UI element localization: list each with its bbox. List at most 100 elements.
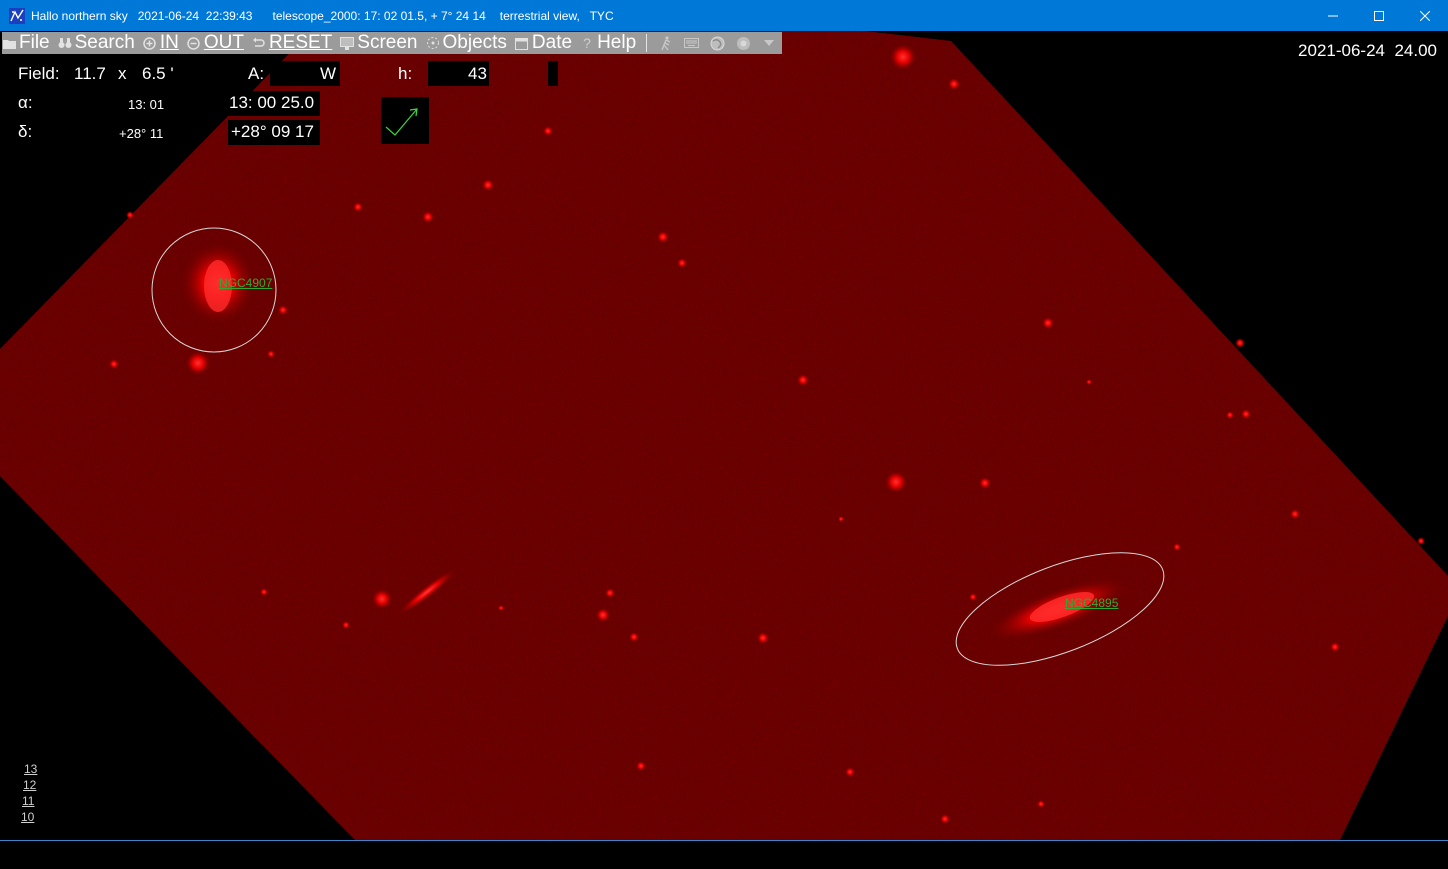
delta-value: +28° 09 17 <box>231 122 314 141</box>
alpha-small: 13: 01 <box>128 97 165 112</box>
menu-file-label: File <box>19 32 50 53</box>
menu-date-label: Date <box>531 32 573 53</box>
close-button[interactable] <box>1402 0 1448 31</box>
delta-small: +28° 11 <box>119 126 164 141</box>
star <box>342 621 350 629</box>
orientation-box <box>381 97 429 144</box>
close-icon <box>1420 10 1430 21</box>
menu-bar: File Search IN OUT RESET Screen Objects … <box>2 32 782 54</box>
globe-icon[interactable] <box>710 35 726 51</box>
telescope-position: telescope_2000: 17: 02 01.5, + 7° 24 14 <box>272 8 486 23</box>
menu-help-label: Help <box>597 32 637 53</box>
reset-icon <box>252 36 266 50</box>
star <box>126 211 134 219</box>
scale-mark: 13 <box>24 762 38 776</box>
star <box>636 761 646 771</box>
scale-mark: 11 <box>22 794 35 808</box>
alpha-label: α: <box>18 93 33 112</box>
keyboard-icon[interactable] <box>684 35 700 51</box>
azimuth-value-box[interactable]: W <box>270 61 340 86</box>
circle-icon[interactable] <box>735 35 751 51</box>
star <box>596 608 610 622</box>
object-label-ngc4907[interactable]: NGC4907 <box>219 276 272 290</box>
window-controls <box>1310 0 1448 31</box>
star <box>186 351 210 375</box>
star <box>605 588 615 598</box>
star <box>948 78 960 90</box>
scale-mark: 10 <box>21 810 35 824</box>
status-bar[interactable] <box>0 840 1448 869</box>
star <box>1173 543 1181 551</box>
alpha-value: 13: 00 25.0 <box>229 93 315 112</box>
azimuth-value: W <box>320 64 337 83</box>
field-label: Field: <box>18 64 60 83</box>
star <box>109 359 119 369</box>
maximize-button[interactable] <box>1356 0 1402 31</box>
menu-date[interactable]: Date <box>515 32 572 54</box>
star <box>482 179 494 191</box>
object-label-ngc4895[interactable]: NGC4895 <box>1065 596 1118 610</box>
menu-screen[interactable]: Screen <box>340 32 418 54</box>
menu-reset-label: RESET <box>268 32 333 53</box>
star <box>890 44 916 70</box>
calendar-icon <box>515 36 529 50</box>
view-mode: terrestrial view, TYC <box>499 8 614 23</box>
title-bar: Hallo northern sky 2021-06-24 22:39:43 t… <box>0 0 1448 31</box>
dropdown-icon[interactable] <box>761 35 777 51</box>
folder-icon <box>2 36 16 50</box>
menu-search[interactable]: Search <box>58 32 135 54</box>
star <box>845 767 855 777</box>
menu-zoom-out[interactable]: OUT <box>187 32 244 54</box>
star <box>1235 338 1245 348</box>
delta-value-box[interactable]: +28° 09 17 <box>228 120 320 145</box>
field-height: 6.5 ' <box>142 64 174 83</box>
help-icon: ? <box>583 35 591 51</box>
star <box>1241 409 1251 419</box>
app-icon <box>9 7 25 24</box>
alpha-value-box[interactable]: 13: 00 25.0 <box>228 91 320 116</box>
binoculars-icon <box>58 36 72 50</box>
star <box>979 477 991 489</box>
menu-file[interactable]: File <box>2 32 50 54</box>
menu-help[interactable]: ? Help <box>580 32 636 54</box>
minimize-icon <box>1328 15 1338 16</box>
star <box>1226 411 1234 419</box>
maximize-icon <box>1374 10 1384 21</box>
star <box>498 605 504 611</box>
star <box>422 211 434 223</box>
star <box>657 231 669 243</box>
star <box>1086 379 1092 385</box>
altitude-extra-box <box>548 61 558 86</box>
star <box>260 588 268 596</box>
menu-search-label: Search <box>74 32 135 53</box>
window-title: Hallo northern sky <box>31 8 128 23</box>
sky-image[interactable] <box>0 31 1448 840</box>
altitude-value-box[interactable]: 43 <box>428 61 489 86</box>
delta-label: δ: <box>18 122 33 141</box>
menu-objects[interactable]: Objects <box>426 32 507 54</box>
date-display: 2021-06-24 24.00 <box>1298 41 1437 60</box>
walker-icon[interactable] <box>658 35 674 51</box>
altitude-label: h: <box>398 64 413 83</box>
menu-zoom-in-label: IN <box>159 32 179 53</box>
star <box>797 374 809 386</box>
menu-screen-label: Screen <box>357 32 418 53</box>
window-datetime: 2021-06-24 22:39:43 <box>137 8 253 23</box>
sky-view[interactable] <box>0 31 1448 840</box>
star <box>940 814 950 824</box>
menu-separator <box>646 34 648 52</box>
star <box>1330 642 1340 652</box>
star <box>1037 800 1045 808</box>
star <box>838 516 844 522</box>
star <box>372 589 392 609</box>
menu-zoom-out-label: OUT <box>203 32 244 53</box>
star <box>353 202 363 212</box>
menu-zoom-in[interactable]: IN <box>143 32 179 54</box>
minimize-button[interactable] <box>1310 0 1356 31</box>
menu-reset[interactable]: RESET <box>252 32 332 54</box>
star <box>629 632 639 642</box>
star <box>1417 537 1425 545</box>
scale-mark: 12 <box>23 778 37 792</box>
star <box>757 632 769 644</box>
star <box>543 126 553 136</box>
